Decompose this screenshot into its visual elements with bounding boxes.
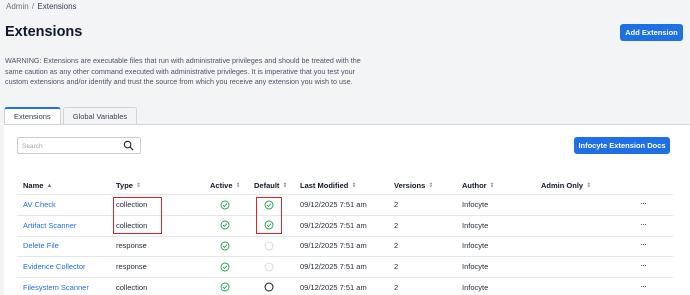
column-header-active-label: Active [210, 181, 233, 190]
default-highlight-box [256, 197, 282, 234]
column-header-versions-label: Versions [394, 181, 426, 190]
author: Infocyte [462, 241, 489, 251]
extension-type: collection [116, 282, 148, 292]
column-header-admin-only-label: Admin Only [541, 181, 584, 190]
sort-icon: ⇕ [586, 183, 592, 189]
row-actions-menu-button[interactable]: ··· [640, 260, 647, 270]
search-input[interactable] [22, 140, 122, 152]
breadcrumb-current: Extensions [37, 2, 77, 11]
column-header-author[interactable]: Author ⇕ [462, 181, 495, 190]
row-actions-menu-button[interactable]: ··· [640, 239, 647, 249]
row-actions-menu-button[interactable]: ··· [640, 198, 647, 208]
extension-docs-button[interactable]: Infocyte Extension Docs [574, 137, 670, 154]
author: Infocyte [462, 200, 489, 209]
last-modified: 09/12/2025 7:51 am [300, 282, 367, 292]
breadcrumb-separator: / [31, 2, 35, 11]
extension-name-link[interactable]: Delete File [23, 241, 59, 250]
tab-global-variables[interactable]: Global Variables [62, 107, 138, 124]
sort-icon: ⇕ [489, 183, 495, 189]
column-header-admin-only[interactable]: Admin Only ⇕ [541, 181, 591, 190]
type-highlight-box [113, 197, 162, 234]
column-header-name-label: Name [23, 181, 44, 190]
row-divider [17, 235, 673, 237]
sort-icon: ⇕ [235, 183, 241, 189]
row-actions-menu-button[interactable]: ··· [640, 219, 647, 229]
row-actions-menu-button[interactable]: ··· [640, 281, 647, 291]
default-empty-circle-icon [264, 262, 274, 271]
sort-asc-icon: ▲ [46, 182, 53, 189]
extension-name-link[interactable]: Filesystem Scanner [23, 283, 89, 292]
sort-icon: ⇕ [351, 183, 357, 189]
row-divider [17, 277, 673, 279]
column-header-name[interactable]: Name ▲ [23, 181, 52, 190]
default-empty-circle-icon [264, 282, 274, 292]
active-check-icon [220, 262, 230, 272]
active-check-icon [220, 220, 230, 230]
add-extension-button[interactable]: Add Extension [620, 24, 683, 41]
active-check-icon [220, 282, 230, 292]
row-divider [17, 256, 673, 258]
column-header-last-modified-label: Last Modified [300, 181, 349, 190]
versions-count: 2 [394, 200, 399, 209]
versions-count: 2 [394, 282, 399, 292]
column-header-last-modified[interactable]: Last Modified ⇕ [300, 181, 356, 190]
sort-icon: ⇕ [135, 183, 141, 189]
extension-type: response [116, 241, 147, 251]
column-header-active[interactable]: Active ⇕ [210, 181, 241, 190]
extension-name-link[interactable]: AV Check [23, 200, 56, 209]
warning-text: WARNING: Extensions are executable files… [5, 56, 361, 86]
page-title: Extensions [5, 24, 83, 40]
active-check-icon [220, 200, 230, 209]
search-box [17, 137, 141, 154]
sort-icon: ⇕ [282, 183, 288, 189]
tab-bar: Extensions Global Variables [4, 107, 139, 124]
default-empty-circle-icon [264, 241, 274, 251]
last-modified: 09/12/2025 7:51 am [300, 262, 367, 272]
table-header-divider [17, 194, 673, 195]
sort-icon: ⇕ [428, 183, 434, 189]
versions-count: 2 [394, 241, 399, 251]
extension-name-link[interactable]: Evidence Collector [23, 262, 86, 271]
column-header-default-label: Default [254, 181, 280, 190]
extension-name-link[interactable]: Artifact Scanner [23, 221, 76, 230]
last-modified: 09/12/2025 7:51 am [300, 220, 367, 230]
extension-type: response [116, 262, 147, 272]
author: Infocyte [462, 282, 489, 292]
column-header-type-label: Type [116, 181, 133, 190]
column-header-versions[interactable]: Versions ⇕ [394, 181, 433, 190]
versions-count: 2 [394, 262, 399, 272]
tab-extensions[interactable]: Extensions [4, 107, 61, 124]
breadcrumb: Admin / Extensions [6, 2, 77, 11]
breadcrumb-admin-link[interactable]: Admin [6, 2, 29, 11]
column-header-type[interactable]: Type ⇕ [116, 181, 141, 190]
column-header-author-label: Author [462, 181, 487, 190]
last-modified: 09/12/2025 7:51 am [300, 241, 367, 251]
author: Infocyte [462, 262, 489, 272]
column-header-default[interactable]: Default ⇕ [254, 181, 287, 190]
active-check-icon [220, 241, 230, 251]
versions-count: 2 [394, 220, 399, 230]
author: Infocyte [462, 220, 489, 230]
last-modified: 09/12/2025 7:51 am [300, 200, 367, 209]
search-icon[interactable] [123, 140, 134, 151]
